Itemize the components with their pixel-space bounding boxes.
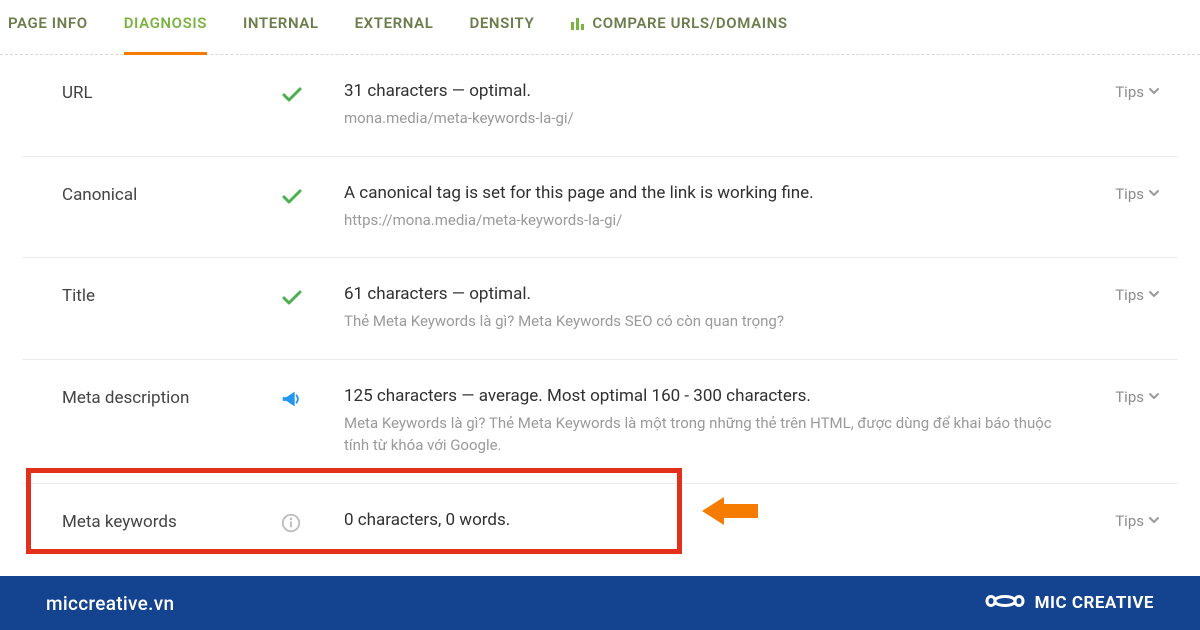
row-label-canonical: Canonical — [62, 183, 280, 205]
tips-toggle-canonical[interactable]: Tips — [1090, 183, 1160, 203]
row-meta-description: Meta description 125 characters — averag… — [22, 360, 1178, 484]
status-icon-url — [280, 81, 344, 107]
tab-density[interactable]: DENSITY — [469, 14, 534, 42]
tab-compare[interactable]: COMPARE URLS/DOMAINS — [570, 14, 787, 42]
tips-label: Tips — [1115, 286, 1144, 304]
chevron-down-icon — [1148, 512, 1160, 530]
footer-brand-text: MIC CREATIVE — [1035, 593, 1154, 613]
status-icon-title — [280, 284, 344, 310]
status-icon-meta-keywords — [280, 510, 344, 534]
status-icon-meta-description — [280, 386, 344, 410]
tips-label: Tips — [1115, 388, 1144, 406]
row-label-meta-keywords: Meta keywords — [62, 510, 280, 532]
chevron-down-icon — [1148, 286, 1160, 304]
infinity-logo-icon — [985, 590, 1025, 616]
row-label-meta-description: Meta description — [62, 386, 280, 408]
chevron-down-icon — [1148, 185, 1160, 203]
row-main-url: 31 characters — optimal. — [344, 81, 1090, 101]
tips-toggle-title[interactable]: Tips — [1090, 284, 1160, 304]
tab-page-info[interactable]: PAGE INFO — [8, 14, 88, 42]
row-meta-keywords: Meta keywords 0 characters, 0 words. Tip… — [22, 484, 1178, 562]
check-icon — [280, 185, 304, 209]
row-sub-url: mona.media/meta-keywords-la-gi/ — [344, 107, 1064, 130]
row-main-meta-description: 125 characters — average. Most optimal 1… — [344, 386, 1090, 406]
tab-internal[interactable]: INTERNAL — [243, 14, 319, 42]
tab-compare-label: COMPARE URLS/DOMAINS — [592, 14, 787, 32]
tips-label: Tips — [1115, 185, 1144, 203]
footer-domain: miccreative.vn — [46, 592, 174, 615]
tab-diagnosis[interactable]: DIAGNOSIS — [124, 14, 207, 42]
tips-toggle-meta-keywords[interactable]: Tips — [1090, 510, 1160, 530]
row-sub-title: Thẻ Meta Keywords là gì? Meta Keywords S… — [344, 310, 1064, 333]
row-main-canonical: A canonical tag is set for this page and… — [344, 183, 1090, 203]
check-icon — [280, 286, 304, 310]
row-sub-canonical: https://mona.media/meta-keywords-la-gi/ — [344, 209, 1064, 232]
footer-brand-block: MIC CREATIVE — [985, 590, 1154, 616]
tips-label: Tips — [1115, 512, 1144, 530]
chevron-down-icon — [1148, 388, 1160, 406]
chevron-down-icon — [1148, 83, 1160, 101]
info-icon — [280, 512, 302, 534]
tips-toggle-url[interactable]: Tips — [1090, 81, 1160, 101]
row-label-url: URL — [62, 81, 280, 103]
row-url: URL 31 characters — optimal. mona.media/… — [22, 55, 1178, 157]
check-icon — [280, 83, 304, 107]
row-canonical: Canonical A canonical tag is set for thi… — [22, 157, 1178, 259]
row-main-meta-keywords: 0 characters, 0 words. — [344, 510, 1090, 530]
row-title: Title 61 characters — optimal. Thẻ Meta … — [22, 258, 1178, 360]
diagnosis-content: URL 31 characters — optimal. mona.media/… — [0, 55, 1200, 562]
tips-toggle-meta-description[interactable]: Tips — [1090, 386, 1160, 406]
row-main-title: 61 characters — optimal. — [344, 284, 1090, 304]
tips-label: Tips — [1115, 83, 1144, 101]
megaphone-icon — [280, 388, 302, 410]
tab-external[interactable]: EXTERNAL — [355, 14, 434, 42]
status-icon-canonical — [280, 183, 344, 209]
bar-chart-icon — [570, 16, 586, 30]
footer-bar: miccreative.vn MIC CREATIVE — [0, 576, 1200, 630]
row-sub-meta-description: Meta Keywords là gì? Thẻ Meta Keywords l… — [344, 412, 1064, 457]
tab-bar: PAGE INFO DIAGNOSIS INTERNAL EXTERNAL DE… — [0, 0, 1200, 55]
row-label-title: Title — [62, 284, 280, 306]
